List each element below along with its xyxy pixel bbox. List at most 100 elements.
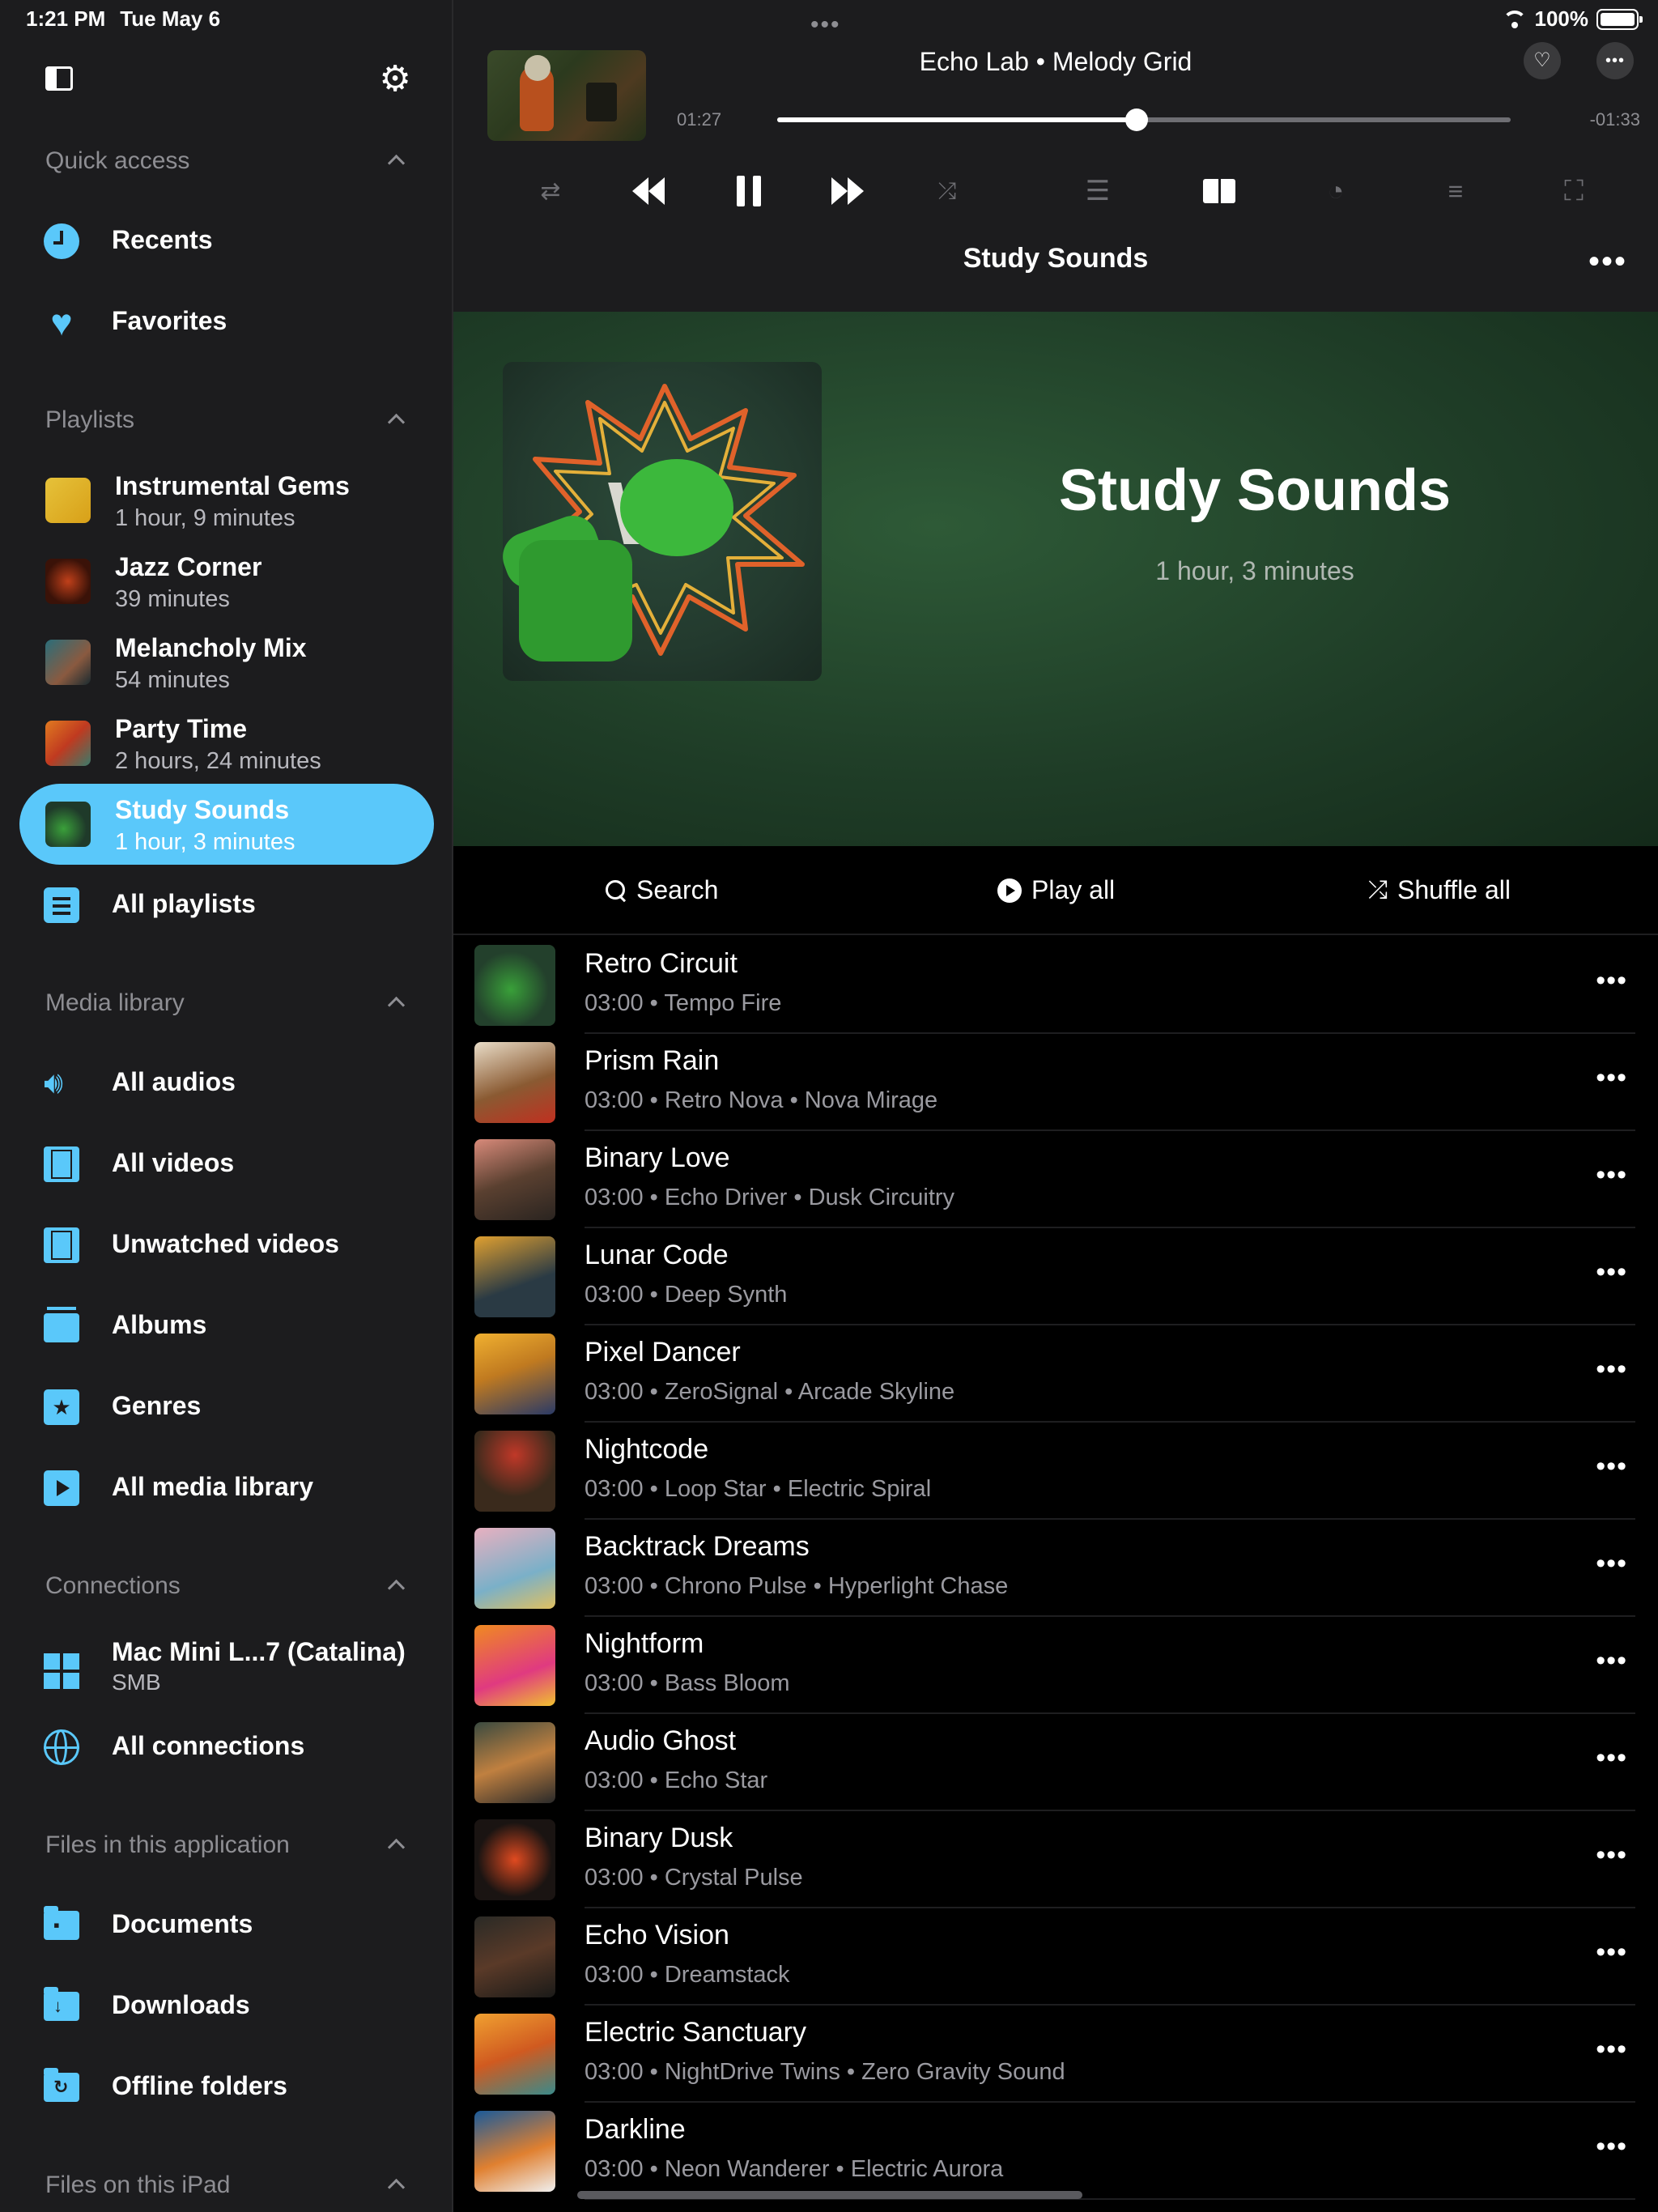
track-meta: 03:00 • Echo Star <box>585 1767 768 1793</box>
pow-artwork-icon: W! <box>503 384 805 661</box>
queue-icon[interactable]: ≡ <box>1433 168 1478 214</box>
multitasking-dots-icon[interactable]: ••• <box>810 11 841 39</box>
fast-forward-button[interactable] <box>819 168 876 214</box>
media-play-icon <box>44 1470 79 1506</box>
track-more-icon[interactable]: ••• <box>1596 2133 1627 2160</box>
playlist-item-jazz-corner[interactable]: Jazz Corner 39 minutes <box>19 541 434 622</box>
sidebar-toggle-icon[interactable] <box>45 66 73 91</box>
sidebar-item-label: All audios <box>112 1067 236 1096</box>
book-mode-icon[interactable] <box>1197 168 1242 214</box>
table-row[interactable]: Backtrack Dreams 03:00 • Chrono Pulse • H… <box>453 1520 1658 1617</box>
playlist-item-instrumental-gems[interactable]: Instrumental Gems 1 hour, 9 minutes <box>19 460 434 541</box>
chevron-up-icon[interactable] <box>387 2175 405 2193</box>
sidebar-item-all-media-library[interactable]: All media library <box>19 1454 434 1522</box>
sidebar-item-documents[interactable]: ▪ Documents <box>19 1891 434 1959</box>
sidebar-item-recents[interactable]: Recents <box>19 207 434 275</box>
sidebar-item-label: Recents <box>112 225 213 254</box>
fullscreen-icon[interactable]: ⛶ <box>1551 168 1596 214</box>
table-row[interactable]: Binary Dusk 03:00 • Crystal Pulse ••• <box>453 1811 1658 1908</box>
repeat-icon[interactable]: ⇄ <box>528 168 573 214</box>
sidebar-item-label: Genres <box>112 1391 202 1420</box>
table-row[interactable]: Binary Love 03:00 • Echo Driver • Dusk Ci… <box>453 1131 1658 1228</box>
shuffle-all-button[interactable]: ⤮ Shuffle all <box>1368 875 1511 905</box>
track-more-icon[interactable]: ••• <box>1596 1161 1627 1189</box>
play-all-button[interactable]: Play all <box>997 875 1115 905</box>
table-row[interactable]: Pixel Dancer 03:00 • ZeroSignal • Arcade … <box>453 1325 1658 1423</box>
track-more-icon[interactable]: ••• <box>1596 1258 1627 1286</box>
playlist-item-study-sounds[interactable]: Study Sounds 1 hour, 3 minutes <box>19 784 434 865</box>
section-media-library[interactable]: Media library <box>45 989 185 1017</box>
playlist-item-party-time[interactable]: Party Time 2 hours, 24 minutes <box>19 703 434 784</box>
progress-slider[interactable] <box>777 108 1511 131</box>
section-files-in-app[interactable]: Files in this application <box>45 1831 290 1859</box>
playlist-thumbnail <box>45 640 91 685</box>
sidebar-item-albums[interactable]: Albums <box>19 1292 434 1360</box>
playlist-item-melancholy-mix[interactable]: Melancholy Mix 54 minutes <box>19 622 434 703</box>
home-indicator[interactable] <box>577 2191 1082 2199</box>
table-row[interactable]: Audio Ghost 03:00 • Echo Star ••• <box>453 1714 1658 1811</box>
track-more-icon[interactable]: ••• <box>1596 1355 1627 1383</box>
chevron-up-icon[interactable] <box>387 1576 405 1593</box>
sidebar-item-all-videos[interactable]: All videos <box>19 1130 434 1198</box>
track-more-icon[interactable]: ••• <box>1596 1744 1627 1772</box>
table-row[interactable]: Lunar Code 03:00 • Deep Synth ••• <box>453 1228 1658 1325</box>
sidebar-item-all-audios[interactable]: 🔊︎ All audios <box>19 1049 434 1117</box>
equalizer-icon[interactable]: ☰ <box>1075 168 1120 214</box>
chevron-up-icon[interactable] <box>387 993 405 1010</box>
sync-folder-icon: ↻ <box>44 2068 79 2102</box>
sidebar-item-offline-folders[interactable]: ↻ Offline folders <box>19 2053 434 2121</box>
sidebar-item-unwatched-videos[interactable]: Unwatched videos <box>19 1211 434 1279</box>
rewind-button[interactable] <box>620 168 677 214</box>
track-more-icon[interactable]: ••• <box>1596 1647 1627 1674</box>
sidebar-item-downloads[interactable]: ↓ Downloads <box>19 1972 434 2040</box>
section-files-on-ipad[interactable]: Files on this iPad <box>45 2172 230 2199</box>
track-title: Lunar Code <box>585 1240 729 1270</box>
playlist-more-icon[interactable]: ••• <box>1588 245 1627 278</box>
sidebar-item-connection-mac-mini[interactable]: Mac Mini L...7 (Catalina) SMB <box>19 1629 434 1710</box>
more-options-icon[interactable]: ••• <box>1596 42 1634 79</box>
table-row[interactable]: Nightcode 03:00 • Loop Star • Electric Sp… <box>453 1423 1658 1520</box>
now-playing-title: Echo Lab • Melody Grid <box>919 47 1192 76</box>
section-quick-access[interactable]: Quick access <box>45 147 189 175</box>
sidebar-item-favorites[interactable]: ♥ Favorites <box>19 288 434 356</box>
speed-gauge-icon[interactable]: ◔ <box>1313 168 1358 214</box>
section-playlists[interactable]: Playlists <box>45 406 134 434</box>
settings-gear-icon[interactable]: ⚙ <box>377 62 413 97</box>
track-more-icon[interactable]: ••• <box>1596 967 1627 994</box>
chevron-up-icon[interactable] <box>387 151 405 168</box>
track-more-icon[interactable]: ••• <box>1596 1841 1627 1869</box>
table-row[interactable]: Nightform 03:00 • Bass Bloom ••• <box>453 1617 1658 1714</box>
download-folder-icon: ↓ <box>44 1987 79 2021</box>
track-more-icon[interactable]: ••• <box>1596 1938 1627 1966</box>
sidebar-item-label: All playlists <box>112 889 256 918</box>
playlist-name: Instrumental Gems <box>115 471 350 500</box>
track-more-icon[interactable]: ••• <box>1596 1064 1627 1091</box>
pause-button[interactable] <box>721 168 777 214</box>
sync-glyph: ↻ <box>53 2077 69 2097</box>
sidebar-item-genres[interactable]: ★ Genres <box>19 1373 434 1441</box>
playlist-name: Study Sounds <box>115 795 290 824</box>
track-artwork <box>474 1916 555 1997</box>
playlist-duration: 1 hour, 3 minutes <box>115 829 295 855</box>
table-row[interactable]: Echo Vision 03:00 • Dreamstack ••• <box>453 1908 1658 2006</box>
track-more-icon[interactable]: ••• <box>1596 1550 1627 1577</box>
track-artwork <box>474 1528 555 1609</box>
sidebar-item-all-playlists[interactable]: All playlists <box>19 871 434 939</box>
section-connections[interactable]: Connections <box>45 1572 181 1600</box>
clock-icon <box>44 223 79 259</box>
table-row[interactable]: Prism Rain 03:00 • Retro Nova • Nova Mira… <box>453 1034 1658 1131</box>
table-row[interactable]: Retro Circuit 03:00 • Tempo Fire ••• <box>453 937 1658 1034</box>
sidebar-item-all-connections[interactable]: All connections <box>19 1713 434 1781</box>
progress-fill <box>777 117 1137 122</box>
favorite-heart-icon[interactable]: ♡ <box>1524 42 1561 79</box>
search-button[interactable]: Search <box>606 875 718 905</box>
chevron-up-icon[interactable] <box>387 410 405 428</box>
track-more-icon[interactable]: ••• <box>1596 1453 1627 1480</box>
shuffle-icon[interactable]: ⤮ <box>925 168 970 214</box>
chevron-up-icon[interactable] <box>387 1835 405 1853</box>
table-row[interactable]: Electric Sanctuary 03:00 • NightDrive Twi… <box>453 2006 1658 2103</box>
progress-knob[interactable] <box>1124 108 1148 131</box>
track-meta: 03:00 • NightDrive Twins • Zero Gravity … <box>585 2059 1065 2085</box>
track-more-icon[interactable]: ••• <box>1596 2035 1627 2063</box>
table-row[interactable]: Darkline 03:00 • Neon Wanderer • Electric… <box>453 2103 1658 2200</box>
